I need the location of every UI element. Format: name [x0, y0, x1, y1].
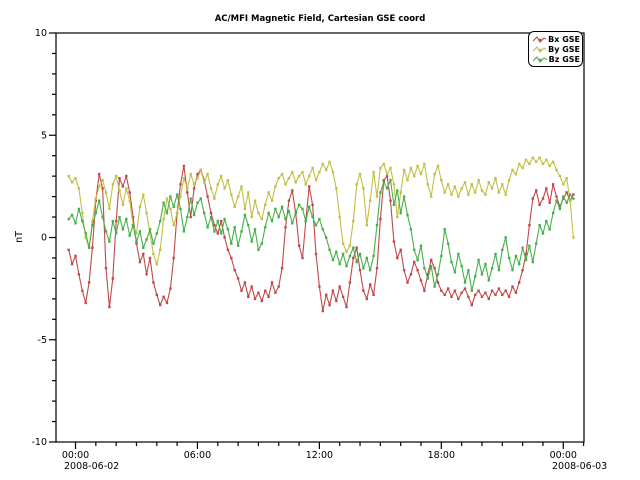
series-markers: [68, 157, 575, 266]
x-axis-start-date: 2008-06-02: [64, 461, 119, 472]
x-axis-end-date: 2008-06-03: [552, 461, 607, 472]
chart-title: AC/MFI Magnetic Field, Cartesian GSE coo…: [215, 14, 426, 24]
y-tick-label: 10: [35, 28, 47, 39]
axes: [49, 33, 584, 449]
legend: Bx GSE By GSE Bz GSE: [528, 31, 583, 67]
x-tick-label: 18:00: [428, 450, 455, 461]
chart-window: AC/MFI Magnetic Field, Cartesian GSE coo…: [0, 0, 640, 480]
legend-label-bz: Bz GSE: [549, 55, 580, 64]
chart-canvas: AC/MFI Magnetic Field, Cartesian GSE coo…: [0, 0, 640, 480]
y-axis-title: nT: [14, 231, 25, 243]
y-tick-label: 5: [41, 130, 47, 141]
y-tick-label: -10: [31, 437, 47, 448]
legend-line-sample-bz: [532, 55, 547, 64]
legend-item-by: By GSE: [532, 44, 580, 54]
legend-line-sample-bx: [532, 35, 546, 44]
x-tick-label: 12:00: [306, 450, 333, 461]
legend-label-by: By GSE: [548, 45, 580, 54]
series-bx-gse: [68, 165, 575, 313]
series-line: [69, 180, 574, 291]
x-tick-label: 06:00: [184, 450, 211, 461]
x-tick-label: 00:00: [62, 450, 89, 461]
y-tick-label: 0: [41, 233, 47, 244]
y-tick-label: -5: [38, 335, 47, 346]
legend-item-bz: Bz GSE: [532, 54, 580, 64]
legend-item-bx: Bx GSE: [532, 34, 580, 44]
series-by-gse: [68, 157, 575, 266]
x-tick-label: 00:00: [550, 450, 577, 461]
legend-label-bx: Bx GSE: [548, 35, 580, 44]
legend-line-sample-by: [532, 45, 546, 54]
